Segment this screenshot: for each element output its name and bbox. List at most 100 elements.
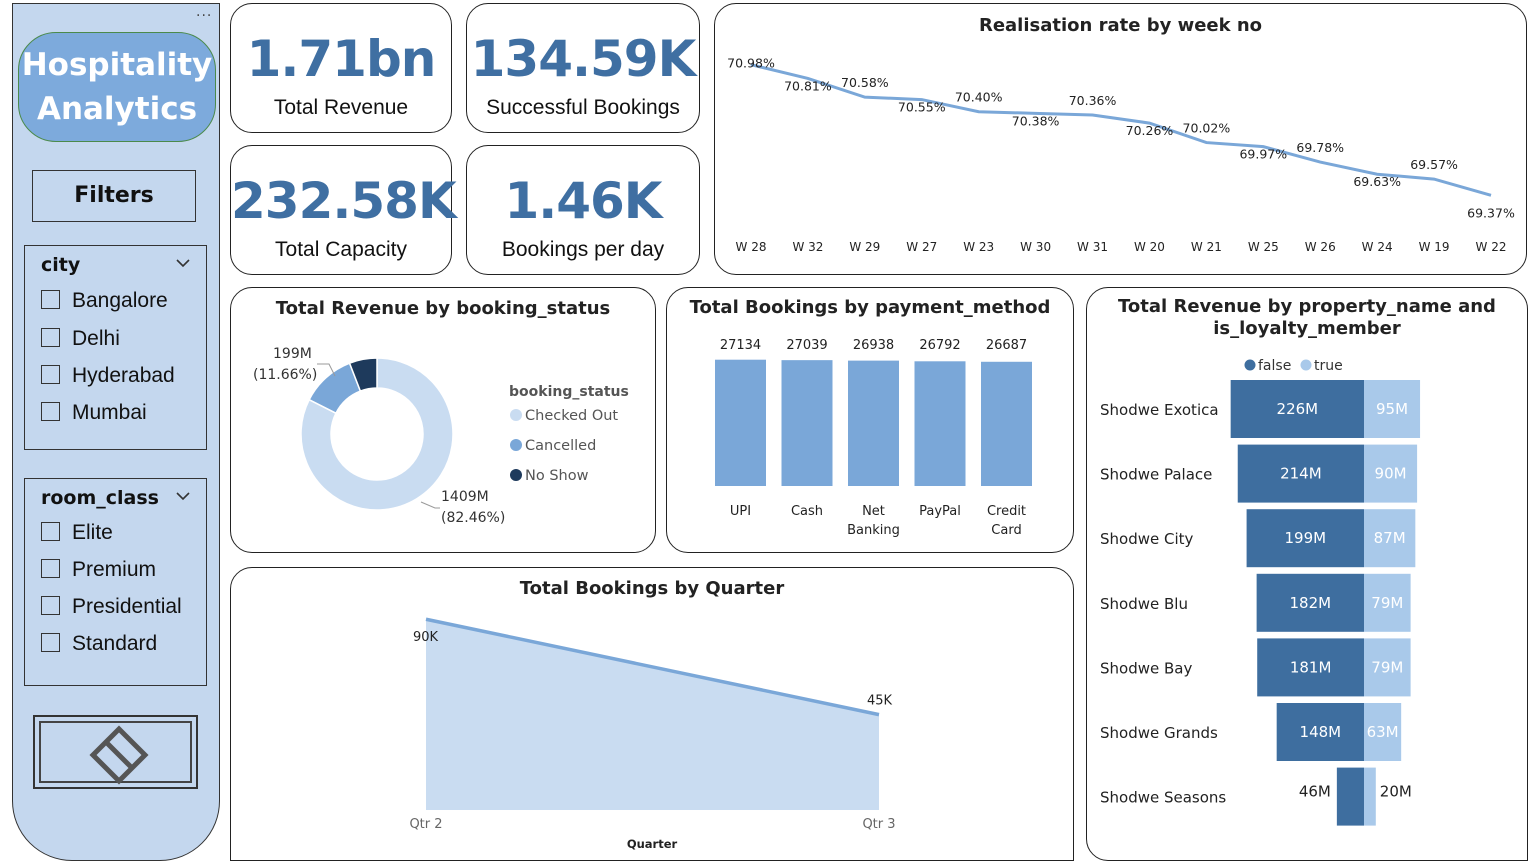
data-label: 181M: [1290, 658, 1332, 676]
data-label: 69.78%: [1296, 140, 1344, 155]
slicer-title: city: [41, 254, 81, 276]
x-tick-label: W 23: [963, 240, 994, 254]
kpi-label: Total Revenue: [273, 96, 409, 119]
kpi-value: 134.59K: [470, 30, 697, 88]
slicer-item-elite[interactable]: Elite: [41, 521, 113, 545]
x-tick-label: W 25: [1248, 240, 1279, 254]
kpi-value: 232.58K: [231, 172, 457, 230]
clear-filters-button[interactable]: [33, 715, 198, 789]
line-chart-svg: 70.98% W 28 70.81% W 32 70.58% W 29 70.55% W 27…: [727, 56, 1515, 254]
bar-false: [1336, 767, 1364, 826]
category-label: Shodwe Exotica: [1100, 401, 1219, 419]
room-class-slicer[interactable]: room_class Elite Premium Presidential St…: [24, 478, 207, 686]
data-label: 199M: [1285, 529, 1327, 547]
checkbox[interactable]: [41, 522, 60, 541]
slicer-item-delhi[interactable]: Delhi: [41, 327, 120, 351]
eraser-icon: [89, 725, 149, 785]
city-slicer[interactable]: city Bangalore Delhi Hyderabad Mumbai: [24, 245, 207, 450]
x-tick-label: PayPal: [919, 504, 961, 519]
x-tick-label: W 22: [1476, 240, 1507, 254]
bookings-by-quarter-chart[interactable]: Total Bookings by Quarter 90K 45K Qtr 2 Qtr…: [230, 567, 1074, 861]
category-label: Shodwe Grands: [1100, 724, 1218, 742]
x-tick-label: W 30: [1020, 240, 1051, 254]
more-options-icon[interactable]: ...: [196, 4, 212, 20]
x-tick-label: Qtr 2: [409, 817, 442, 832]
kpi-total-revenue: 1.71bn Total Revenue: [230, 3, 452, 133]
data-label: 148M: [1300, 723, 1342, 741]
area-chart-svg: 90K 45K Qtr 2 Qtr 3 Quarter: [409, 617, 896, 851]
kpi-total-capacity: 232.58K Total Capacity: [230, 145, 457, 275]
x-tick-label: Card: [991, 523, 1021, 538]
slicer-item-premium[interactable]: Premium: [41, 558, 156, 582]
data-label: 182M: [1290, 594, 1332, 612]
kpi-label: Bookings per day: [501, 238, 665, 261]
kpi-successful-bookings: 134.59K Successful Bookings: [466, 3, 700, 133]
checkbox[interactable]: [41, 290, 60, 309]
legend-marker: [1300, 359, 1312, 371]
revenue-by-property-chart[interactable]: Total Revenue by property_name and is_lo…: [1086, 287, 1528, 861]
data-label: 70.58%: [841, 75, 889, 90]
data-label: 70.40%: [955, 90, 1003, 105]
x-axis-title: Quarter: [627, 837, 678, 851]
slicer-item-hyderabad[interactable]: Hyderabad: [41, 364, 175, 388]
slicer-title: room_class: [41, 487, 159, 509]
app-title: Hospitality Analytics: [18, 32, 216, 142]
chevron-down-icon[interactable]: [176, 489, 190, 503]
category-label: Shodwe Blu: [1100, 595, 1188, 613]
data-label: 70.55%: [898, 100, 946, 115]
area-fill: [426, 619, 879, 810]
checkbox[interactable]: [41, 328, 60, 347]
bookings-by-payment-chart[interactable]: Total Bookings by payment_method 27134 UP…: [666, 287, 1074, 553]
checkbox[interactable]: [41, 402, 60, 421]
checkbox[interactable]: [41, 633, 60, 652]
data-label: 69.57%: [1410, 157, 1458, 172]
data-label: 70.81%: [784, 78, 832, 93]
checkbox[interactable]: [41, 365, 60, 384]
x-tick-label: W 32: [792, 240, 823, 254]
data-label: 70.98%: [727, 56, 775, 71]
kpi-label: Total Capacity: [275, 238, 407, 261]
x-tick-label: W 29: [849, 240, 880, 254]
checkbox[interactable]: [41, 559, 60, 578]
data-label: (11.66%): [253, 367, 317, 383]
legend-marker: [1244, 359, 1256, 371]
checkbox[interactable]: [41, 596, 60, 615]
legend-marker: [510, 439, 522, 451]
slicer-item-presidential[interactable]: Presidential: [41, 595, 182, 619]
bar: [781, 360, 833, 486]
data-label: 69.97%: [1239, 147, 1287, 162]
legend-label: Checked Out: [525, 408, 618, 424]
data-label: 70.26%: [1126, 123, 1174, 138]
revenue-by-status-chart[interactable]: Total Revenue by booking_status 1409M (82…: [230, 287, 656, 553]
data-label: 27039: [786, 338, 827, 353]
slicer-item-bangalore[interactable]: Bangalore: [41, 289, 168, 313]
legend-marker: [510, 469, 522, 481]
app-title-line1: Hospitality: [21, 47, 213, 83]
legend-label: No Show: [525, 468, 589, 484]
category-label: Shodwe City: [1100, 530, 1194, 548]
data-label: 90M: [1375, 465, 1407, 483]
slicer-item-standard[interactable]: Standard: [41, 632, 157, 656]
data-label: 1409M: [441, 489, 489, 505]
category-label: Shodwe Seasons: [1100, 789, 1226, 807]
realisation-rate-chart[interactable]: Realisation rate by week no 70.98% W 28 70…: [714, 3, 1527, 275]
x-tick-label: W 26: [1305, 240, 1336, 254]
legend-label: false: [1258, 358, 1291, 374]
data-label: 27134: [720, 338, 761, 353]
chevron-down-icon[interactable]: [176, 256, 190, 270]
x-tick-label: W 28: [736, 240, 767, 254]
x-tick-label: Cash: [791, 504, 823, 519]
x-tick-label: W 24: [1362, 240, 1393, 254]
x-tick-label: W 19: [1419, 240, 1450, 254]
kpi-value: 1.71bn: [246, 30, 437, 88]
data-label: (82.46%): [441, 510, 505, 526]
data-label: 26938: [853, 338, 894, 353]
slicer-item-mumbai[interactable]: Mumbai: [41, 401, 147, 425]
x-tick-label: Credit: [987, 504, 1026, 519]
kpi-label: Successful Bookings: [486, 96, 680, 119]
data-label: 226M: [1277, 400, 1319, 418]
legend-label: true: [1314, 358, 1343, 374]
leader-line: [420, 501, 440, 509]
data-label: 63M: [1367, 723, 1399, 741]
bar: [715, 359, 766, 486]
